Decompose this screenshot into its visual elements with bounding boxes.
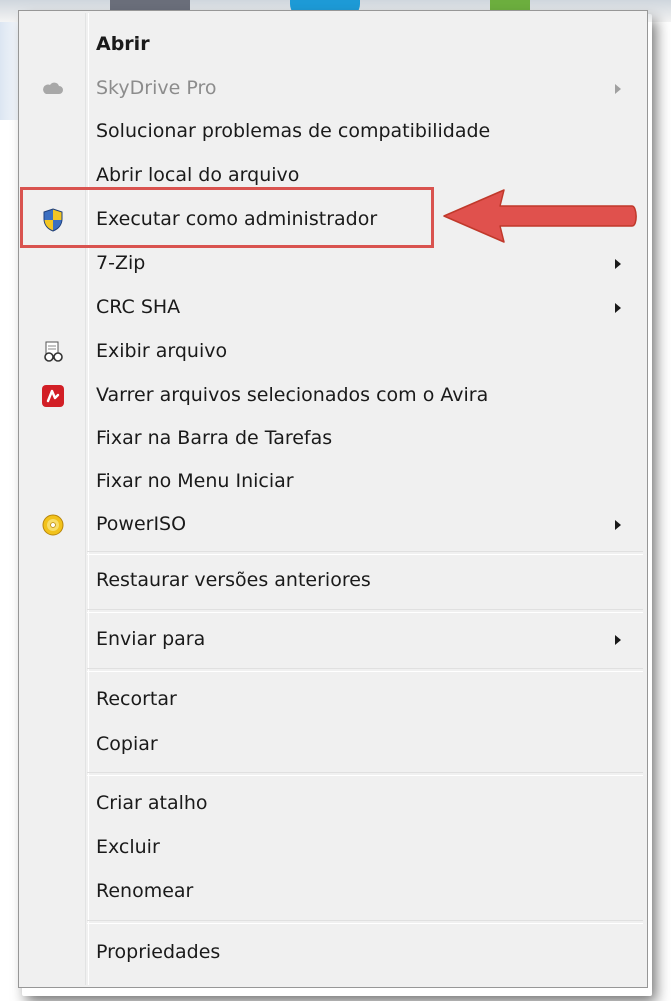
annotation-highlight-box	[20, 187, 434, 248]
menu-item-label: PowerISO	[96, 513, 187, 535]
menu-item-label: Fixar na Barra de Tarefas	[96, 427, 333, 449]
menu-item-label: Abrir local do arquivo	[96, 164, 300, 186]
menu-item-crc-sha[interactable]: CRC SHA	[21, 288, 645, 328]
menu-item-label: Copiar	[96, 733, 158, 755]
menu-item-label: Recortar	[96, 688, 177, 710]
menu-item-label: Solucionar problemas de compatibilidade	[96, 120, 491, 142]
menu-item-label: Renomear	[96, 880, 194, 902]
avira-icon	[41, 384, 65, 408]
menu-item-propriedades[interactable]: Propriedades	[21, 933, 645, 973]
menu-item-label: Propriedades	[96, 941, 221, 963]
menu-item-label: Excluir	[96, 836, 160, 858]
menu-item-fixar-menu-iniciar[interactable]: Fixar no Menu Iniciar	[21, 462, 645, 502]
cloud-icon	[41, 77, 65, 101]
menu-item-label: SkyDrive Pro	[96, 77, 217, 99]
menu-item-enviar-para[interactable]: Enviar para	[21, 620, 645, 660]
menu-item-recortar[interactable]: Recortar	[21, 680, 645, 720]
menu-item-excluir[interactable]: Excluir	[21, 828, 645, 868]
menu-item-abrir[interactable]: Abrir	[21, 25, 645, 65]
poweriso-disc-icon	[41, 513, 65, 537]
menu-separator	[87, 609, 643, 613]
submenu-arrow-icon	[615, 303, 621, 313]
menu-item-label: Restaurar versões anteriores	[96, 569, 371, 591]
context-menu: Abrir SkyDrive Pro Solucionar problemas …	[18, 10, 648, 988]
menu-item-avira-scan[interactable]: Varrer arquivos selecionados com o Avira	[21, 376, 645, 416]
menu-item-label: CRC SHA	[96, 296, 181, 318]
menu-item-skydrive-pro[interactable]: SkyDrive Pro	[21, 69, 645, 109]
menu-item-solucionar-problemas[interactable]: Solucionar problemas de compatibilidade	[21, 112, 645, 152]
screenshot-stage: Abrir SkyDrive Pro Solucionar problemas …	[0, 0, 671, 1001]
menu-item-label: Exibir arquivo	[96, 340, 228, 362]
menu-item-label: Enviar para	[96, 628, 206, 650]
menu-separator	[87, 920, 643, 924]
menu-item-exibir-arquivo[interactable]: Exibir arquivo	[21, 332, 645, 372]
annotation-arrow-icon	[443, 189, 637, 243]
menu-item-renomear[interactable]: Renomear	[21, 872, 645, 912]
menu-item-label: Varrer arquivos selecionados com o Avira	[96, 384, 489, 406]
submenu-arrow-icon	[615, 635, 621, 645]
menu-item-label: Criar atalho	[96, 792, 208, 814]
menu-item-fixar-barra-tarefas[interactable]: Fixar na Barra de Tarefas	[21, 419, 645, 459]
submenu-arrow-icon	[615, 84, 621, 94]
submenu-arrow-icon	[615, 259, 621, 269]
submenu-arrow-icon	[615, 520, 621, 530]
menu-item-poweriso[interactable]: PowerISO	[21, 505, 645, 545]
menu-separator	[87, 551, 643, 555]
menu-item-label: 7-Zip	[96, 252, 146, 274]
menu-item-label: Abrir	[96, 33, 150, 55]
menu-separator	[87, 668, 643, 672]
menu-item-restaurar-versoes[interactable]: Restaurar versões anteriores	[21, 561, 645, 601]
view-file-icon	[41, 340, 65, 364]
menu-item-7-zip[interactable]: 7-Zip	[21, 244, 645, 284]
menu-item-copiar[interactable]: Copiar	[21, 725, 645, 765]
menu-separator	[87, 772, 643, 776]
menu-item-label: Fixar no Menu Iniciar	[96, 470, 294, 492]
menu-item-criar-atalho[interactable]: Criar atalho	[21, 784, 645, 824]
